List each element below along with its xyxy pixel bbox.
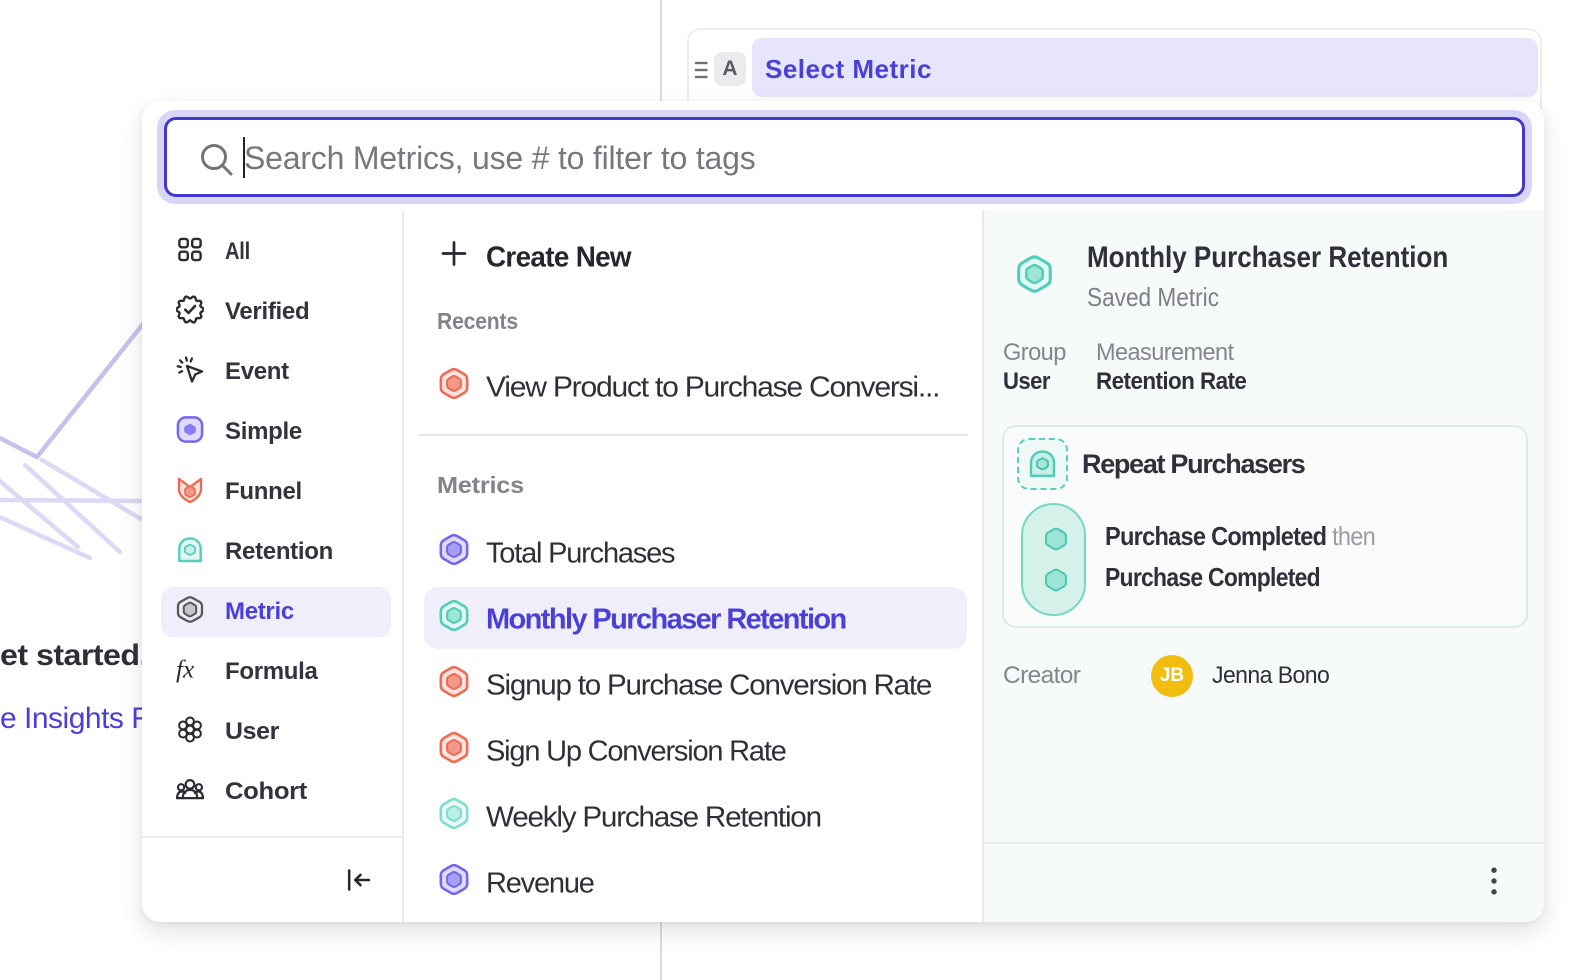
svg-text:fx: fx	[176, 657, 194, 683]
